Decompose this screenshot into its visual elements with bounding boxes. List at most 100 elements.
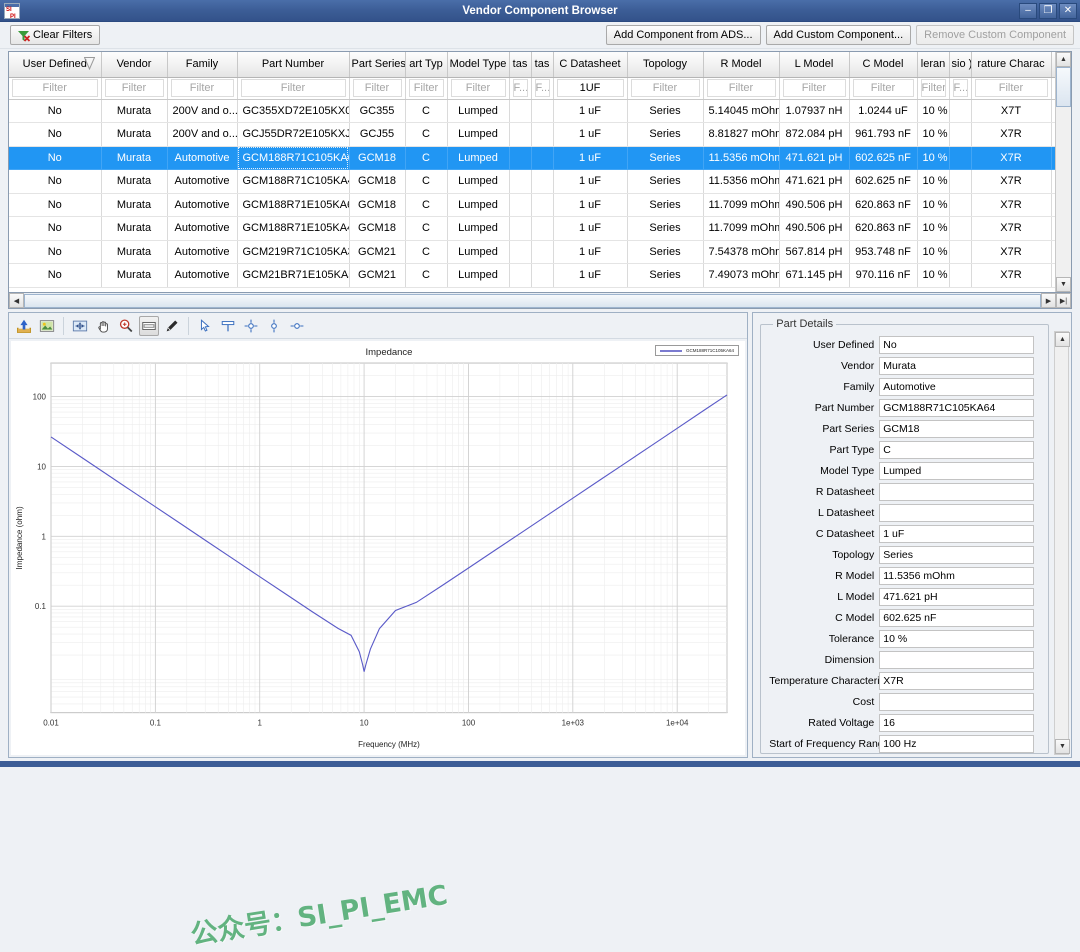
svg-text:1: 1 xyxy=(42,532,47,541)
table-row[interactable]: No Murata Automotive GCM219R71C105KA37 GCM21… xyxy=(9,240,1071,264)
column-header-part-number[interactable]: Part Number xyxy=(237,52,350,78)
pan-hand-icon[interactable] xyxy=(93,316,113,336)
table-row[interactable]: No Murata 200V and o... GCJ55DR72E105KXJ1 GC… xyxy=(9,122,1071,147)
filter-input-12[interactable]: Filter xyxy=(782,79,846,97)
filter-input-0[interactable]: Filter xyxy=(12,79,98,97)
field-value-l-model[interactable]: 471.621 pH xyxy=(879,588,1034,607)
add-component-from-ads-button[interactable]: Add Component from ADS... xyxy=(605,25,761,45)
column-header-family[interactable]: Family xyxy=(167,52,238,78)
field-value-dimension[interactable] xyxy=(879,651,1034,670)
cell-rature-charac: X7T xyxy=(971,99,1052,123)
close-button[interactable]: ✕ xyxy=(1059,2,1077,19)
marker-point-icon[interactable] xyxy=(287,316,307,336)
scroll-up-arrow[interactable]: ▲ xyxy=(1056,52,1071,67)
marker-pin-icon[interactable] xyxy=(264,316,284,336)
filter-input-13[interactable]: Filter xyxy=(852,79,914,97)
field-value-l-datasheet[interactable] xyxy=(879,504,1034,523)
field-value-vendor[interactable]: Murata xyxy=(879,357,1034,376)
filter-input-6[interactable]: Filter xyxy=(450,79,506,97)
field-value-r-datasheet[interactable] xyxy=(879,483,1034,502)
column-header-leran[interactable]: leran xyxy=(917,52,950,78)
column-header-c-datasheet[interactable]: C Datasheet xyxy=(553,52,628,78)
column-header-l-model[interactable]: L Model xyxy=(779,52,850,78)
table-row[interactable]: No Murata Automotive GCM188R71E105KA64 GCM18… xyxy=(9,193,1071,217)
column-header-part-series[interactable]: Part Series xyxy=(349,52,406,78)
filter-input-7[interactable]: F... xyxy=(512,79,528,97)
field-value-part-type[interactable]: C xyxy=(879,441,1034,460)
column-header-art-typ[interactable]: art Typ xyxy=(405,52,448,78)
rectangle-select-icon[interactable] xyxy=(139,315,159,336)
details-vertical-scrollbar[interactable]: ▲ ▼ xyxy=(1054,331,1070,755)
marker-drop-icon[interactable] xyxy=(218,316,238,336)
field-value-cost[interactable] xyxy=(879,693,1034,712)
field-value-user-defined[interactable]: No xyxy=(879,336,1034,355)
field-value-part-series[interactable]: GCM18 xyxy=(879,420,1034,439)
table-row[interactable]: No Murata Automotive GCM188R71C105KA64 GCM18… xyxy=(9,146,1071,170)
filter-input-14[interactable]: Filter xyxy=(920,79,946,97)
restore-button[interactable]: ❐ xyxy=(1039,2,1057,19)
field-value-c-datasheet[interactable]: 1 uF xyxy=(879,525,1034,544)
table-row[interactable]: No Murata Automotive GCM188R71C105KA49 GCM18… xyxy=(9,169,1071,194)
column-header-rature-charac[interactable]: rature Charac xyxy=(971,52,1052,78)
scroll-right-end-arrow[interactable]: ▶| xyxy=(1056,293,1071,308)
minimize-button[interactable]: – xyxy=(1019,2,1037,19)
column-header-sio-i[interactable]: sio )/(i xyxy=(949,52,972,78)
filter-input-4[interactable]: Filter xyxy=(352,79,402,97)
filter-input-1[interactable]: Filter xyxy=(104,79,164,97)
fit-window-icon[interactable] xyxy=(70,316,90,336)
horizontal-scroll-thumb[interactable] xyxy=(24,293,1041,308)
column-header-tas[interactable]: tas xyxy=(509,52,532,78)
field-value-c-model[interactable]: 602.625 nF xyxy=(879,609,1034,628)
filter-input-9[interactable]: 1UF xyxy=(556,79,624,97)
field-value-rated-voltage[interactable]: 16 xyxy=(879,714,1034,733)
image-icon[interactable] xyxy=(37,316,57,336)
column-header-vendor[interactable]: Vendor xyxy=(101,52,168,78)
pencil-icon[interactable] xyxy=(162,316,182,336)
scroll-left-arrow[interactable]: ◀ xyxy=(9,293,24,308)
filter-input-15[interactable]: F... xyxy=(952,79,968,97)
filter-input-2[interactable]: Filter xyxy=(170,79,234,97)
field-value-topology[interactable]: Series xyxy=(879,546,1034,565)
add-custom-component-button[interactable]: Add Custom Component... xyxy=(765,25,912,45)
export-up-icon[interactable] xyxy=(14,316,34,336)
field-value-r-model[interactable]: 11.5356 mOhm xyxy=(879,567,1034,586)
field-value-tolerance[interactable]: 10 % xyxy=(879,630,1034,649)
filter-input-16[interactable]: Filter xyxy=(974,79,1048,97)
column-header-topology[interactable]: Topology xyxy=(627,52,704,78)
vertical-scroll-thumb[interactable] xyxy=(1056,67,1071,107)
field-value-start-of-frequency-range[interactable]: 100 Hz xyxy=(879,735,1034,754)
field-value-part-number[interactable]: GCM188R71C105KA64 xyxy=(879,399,1034,418)
cell-art-typ: C xyxy=(405,169,448,194)
table-row[interactable]: No Murata Automotive GCM188R71E105KA49 GCM18… xyxy=(9,216,1071,241)
field-value-temperature-characteristic[interactable]: X7R xyxy=(879,672,1034,691)
filter-input-8[interactable]: F... xyxy=(534,79,550,97)
table-row[interactable]: No Murata Automotive GCM21BR71E105KA56 GCM21… xyxy=(9,263,1071,288)
field-row-c-model: C Model 602.625 nF xyxy=(769,608,1034,628)
filter-input-5[interactable]: Filter xyxy=(408,79,444,97)
cell-l-model: 490.506 pH xyxy=(779,193,850,217)
table-vertical-scrollbar[interactable]: ▲ ▼ xyxy=(1055,52,1071,292)
scroll-down-arrow[interactable]: ▼ xyxy=(1056,277,1071,292)
table-row[interactable]: No Murata 200V and o... GC355XD72E105KX05 GC… xyxy=(9,99,1071,123)
details-scroll-up-arrow[interactable]: ▲ xyxy=(1055,332,1070,347)
column-header-c-model[interactable]: C Model xyxy=(849,52,918,78)
svg-text:0.01: 0.01 xyxy=(43,719,59,728)
clear-filters-button[interactable]: Clear Filters xyxy=(10,25,101,45)
scroll-right-arrow[interactable]: ▶ xyxy=(1041,293,1056,308)
chart-plot-area[interactable]: 0.01 0.1 1 10 100 1e+03 1e+04 0.1 1 10 100 Impedanc… xyxy=(11,341,745,755)
zoom-icon[interactable] xyxy=(116,316,136,336)
column-header-user-defined[interactable]: User Defined xyxy=(9,52,102,78)
filter-input-10[interactable]: Filter xyxy=(630,79,700,97)
column-header-tas[interactable]: tas xyxy=(531,52,554,78)
filter-input-11[interactable]: Filter xyxy=(706,79,776,97)
cursor-arrow-icon[interactable] xyxy=(195,316,215,336)
filter-input-3[interactable]: Filter xyxy=(240,79,346,97)
marker-vertical-icon[interactable] xyxy=(241,316,261,336)
column-header-model-type[interactable]: Model Type xyxy=(447,52,510,78)
field-value-model-type[interactable]: Lumped xyxy=(879,462,1034,481)
table-body: Filter Filter Filter Filter Filter Filter Filt… xyxy=(9,77,1071,288)
column-header-r-model[interactable]: R Model xyxy=(703,52,780,78)
details-scroll-down-arrow[interactable]: ▼ xyxy=(1055,739,1070,754)
table-horizontal-scrollbar[interactable]: ◀ ▶ ▶| xyxy=(8,293,1072,309)
field-value-family[interactable]: Automotive xyxy=(879,378,1034,397)
